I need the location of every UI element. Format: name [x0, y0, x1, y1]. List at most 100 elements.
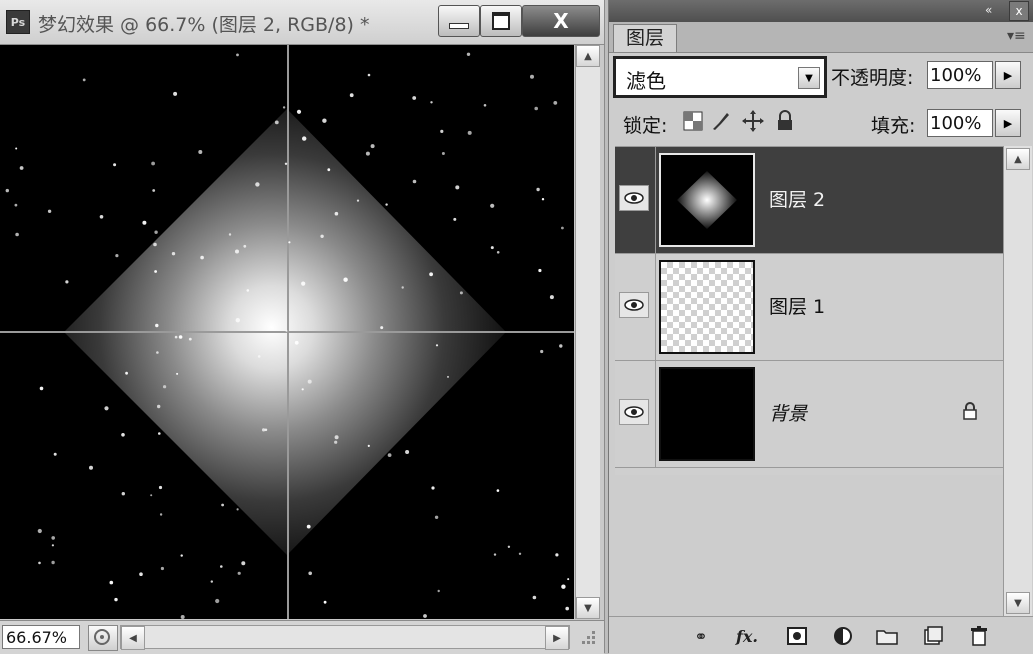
- star: [142, 220, 147, 225]
- star: [114, 597, 118, 602]
- star: [296, 109, 302, 114]
- star: [322, 118, 327, 123]
- opacity-field[interactable]: 100%: [927, 61, 993, 89]
- panel-topbar[interactable]: « x: [609, 0, 1033, 22]
- scroll-up-button[interactable]: ▲: [1006, 148, 1030, 170]
- star: [349, 93, 354, 98]
- link-layers-icon[interactable]: ⚭: [689, 625, 713, 647]
- document-titlebar[interactable]: Ps 梦幻效果 @ 66.7% (图层 2, RGB/8) * X: [0, 0, 604, 45]
- star: [307, 379, 312, 384]
- layer-name[interactable]: 图层 2: [769, 185, 825, 212]
- layer-row-layer-2[interactable]: 图层 2: [615, 147, 1003, 254]
- fill-field[interactable]: 100%: [927, 109, 993, 137]
- fx-icon[interactable]: fx.: [735, 625, 759, 647]
- canvas-artwork: [0, 45, 574, 619]
- star: [431, 486, 435, 490]
- add-mask-icon[interactable]: [785, 625, 809, 647]
- panel-close-icon[interactable]: x: [1009, 1, 1029, 21]
- visibility-toggle[interactable]: [619, 292, 649, 318]
- star: [466, 52, 471, 56]
- opacity-slider-button[interactable]: ▶: [995, 61, 1021, 89]
- chevron-down-icon[interactable]: ▼: [798, 67, 820, 89]
- scroll-right-button[interactable]: ▶: [545, 626, 569, 650]
- star: [553, 101, 558, 105]
- star: [367, 73, 371, 77]
- adjustment-layer-icon[interactable]: [831, 625, 855, 647]
- layer-row-layer-1[interactable]: 图层 1: [615, 254, 1003, 361]
- layers-list-scrollbar[interactable]: ▲ ▼: [1003, 146, 1032, 616]
- visibility-toggle[interactable]: [619, 399, 649, 425]
- star: [423, 614, 427, 618]
- star: [152, 189, 156, 192]
- vertical-scrollbar[interactable]: ▲ ▼: [575, 45, 600, 619]
- lock-position-icon[interactable]: [741, 109, 765, 133]
- blend-mode-select[interactable]: 滤色 ▼: [613, 56, 827, 98]
- scroll-down-button[interactable]: ▼: [576, 597, 600, 619]
- image-canvas[interactable]: [0, 45, 574, 619]
- layer-name[interactable]: 图层 1: [769, 292, 825, 319]
- star: [467, 130, 472, 135]
- lock-label: 锁定:: [623, 115, 668, 137]
- star: [235, 249, 239, 254]
- lock-image-pixels-icon[interactable]: [709, 109, 733, 133]
- visibility-toggle[interactable]: [619, 185, 649, 211]
- panel-menu-icon[interactable]: ▾≡: [1007, 28, 1026, 44]
- star: [155, 323, 159, 328]
- close-button[interactable]: X: [522, 5, 600, 37]
- scroll-up-button[interactable]: ▲: [576, 45, 600, 67]
- star: [496, 489, 500, 492]
- star: [125, 371, 128, 375]
- star: [320, 234, 324, 238]
- star: [158, 485, 163, 490]
- star: [534, 106, 538, 111]
- fill-slider-button[interactable]: ▶: [995, 109, 1021, 137]
- star: [255, 182, 260, 187]
- star: [235, 318, 240, 323]
- maximize-button[interactable]: [480, 5, 522, 37]
- status-info-button[interactable]: [88, 625, 118, 651]
- star: [53, 452, 57, 456]
- star: [156, 351, 159, 354]
- star: [139, 572, 143, 576]
- star: [294, 340, 299, 345]
- trash-icon[interactable]: [967, 625, 991, 647]
- panel-tabbar: 图层 ▾≡: [609, 22, 1033, 53]
- star: [15, 147, 18, 150]
- star: [490, 203, 495, 208]
- lock-transparent-pixels-icon[interactable]: [683, 111, 703, 131]
- lock-all-icon[interactable]: [775, 110, 795, 132]
- minimize-icon: [449, 23, 469, 29]
- star: [412, 179, 417, 184]
- photoshop-logo-icon: Ps: [6, 10, 30, 34]
- layer-name[interactable]: 背景: [769, 399, 807, 426]
- star: [288, 241, 291, 244]
- close-icon: X: [553, 9, 569, 33]
- star: [151, 161, 156, 166]
- eye-icon: [624, 406, 644, 418]
- minimize-button[interactable]: [438, 5, 480, 37]
- scroll-down-button[interactable]: ▼: [1006, 592, 1030, 614]
- star: [334, 435, 339, 440]
- resize-grip-icon[interactable]: [578, 627, 598, 647]
- star: [154, 270, 158, 273]
- star: [236, 508, 239, 511]
- collapse-icon[interactable]: «: [985, 3, 992, 17]
- zoom-field[interactable]: 66.67%: [2, 625, 80, 649]
- layer-row-background[interactable]: 背景: [615, 361, 1003, 468]
- tab-layers[interactable]: 图层: [613, 24, 677, 52]
- star: [538, 268, 542, 273]
- star: [157, 404, 161, 409]
- star: [163, 385, 167, 389]
- scroll-left-button[interactable]: ◀: [121, 626, 145, 650]
- lock-icon: [963, 402, 977, 420]
- star: [176, 372, 179, 375]
- star: [507, 545, 511, 548]
- new-layer-icon[interactable]: [921, 625, 945, 647]
- star: [188, 337, 192, 341]
- opacity-label: 不透明度:: [831, 67, 914, 89]
- new-group-icon[interactable]: [875, 625, 899, 647]
- status-bar: 66.67% ◀ ▶: [0, 620, 604, 654]
- star: [301, 388, 304, 391]
- horizontal-scrollbar[interactable]: ◀ ▶: [120, 625, 570, 650]
- star: [38, 561, 41, 565]
